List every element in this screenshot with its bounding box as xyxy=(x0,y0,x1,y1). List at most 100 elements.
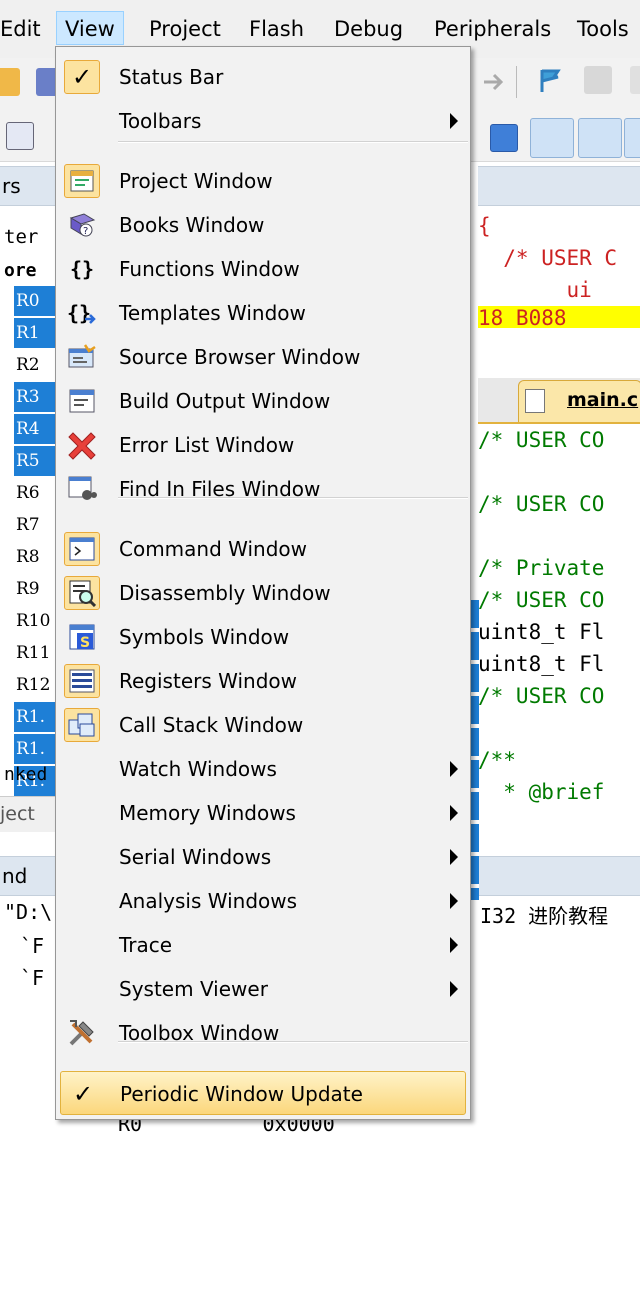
menu-item-project-window[interactable]: Project Window xyxy=(60,159,466,203)
menu-item-label: Templates Window xyxy=(119,301,306,325)
menu-item-label: Command Window xyxy=(119,537,308,561)
submenu-arrow-icon xyxy=(450,893,458,909)
code-line: /** xyxy=(478,748,516,772)
register-row[interactable]: R6 xyxy=(14,478,56,508)
register-row[interactable]: R10 xyxy=(14,606,56,636)
view-menu: ✓ Status Bar Toolbars Project Window? Books … xyxy=(55,46,471,1120)
menu-item-label: Build Output Window xyxy=(119,389,331,413)
functions-window-icon: {} xyxy=(69,257,95,281)
open-folder-icon[interactable] xyxy=(0,68,20,96)
register-row[interactable]: R9 xyxy=(14,574,56,604)
menu-item-call-stack-window[interactable]: Call Stack Window xyxy=(60,703,466,747)
disasm-line-3: ui xyxy=(478,278,592,302)
menu-item-label: Status Bar xyxy=(119,65,224,89)
menu-flash[interactable]: Flash xyxy=(241,12,312,46)
menu-item-label: Symbols Window xyxy=(119,625,290,649)
symbols-window-icon: S xyxy=(64,620,100,654)
menu-item-label: Toolbox Window xyxy=(119,1021,280,1045)
bookmark-icon[interactable] xyxy=(584,66,612,94)
menu-item-templates-window[interactable]: {} Templates Window xyxy=(60,291,466,335)
register-row[interactable]: R2 xyxy=(14,350,56,380)
register-row[interactable]: R1 xyxy=(14,318,56,348)
menu-edit[interactable]: Edit xyxy=(0,12,49,46)
menu-item-error-list-window[interactable]: Error List Window xyxy=(60,423,466,467)
menu-item-label: Analysis Windows xyxy=(119,889,298,913)
menu-item-label: Serial Windows xyxy=(119,845,272,869)
project-window-icon xyxy=(64,164,100,198)
toolbox-icon xyxy=(64,1016,100,1050)
project-tab[interactable]: ject xyxy=(0,796,56,832)
tab-main-c-label: main.c xyxy=(567,389,639,411)
banked-label[interactable]: nked xyxy=(0,760,55,790)
register-row[interactable]: R0 xyxy=(14,286,56,316)
menu-item-symbols-window[interactable]: S Symbols Window xyxy=(60,615,466,659)
menu-item-source-browser-window[interactable]: Source Browser Window xyxy=(60,335,466,379)
disasm-line-1: { xyxy=(478,214,491,238)
build-line-1: "D:\ xyxy=(4,900,53,924)
menu-item-find-in-files-window[interactable]: Find In Files Window xyxy=(60,467,466,511)
register-row[interactable]: R12 xyxy=(14,670,56,700)
checkmark-icon: ✓ xyxy=(64,60,100,94)
submenu-arrow-icon xyxy=(450,761,458,777)
svg-text:S: S xyxy=(80,635,90,650)
menu-item-registers-window[interactable]: Registers Window xyxy=(60,659,466,703)
code-line: * @brief xyxy=(478,780,605,804)
menu-item-system-viewer[interactable]: System Viewer xyxy=(60,967,466,1011)
menu-item-toolbars[interactable]: Toolbars xyxy=(60,99,466,143)
registers-panel: ter ore R0 R1 R2 R3 R4 R5 R6 R7 R8 R9 R10 R11 R12 R1.… xyxy=(0,214,56,828)
build-line-2: `F xyxy=(20,934,45,958)
menu-item-label: Find In Files Window xyxy=(119,477,321,501)
watch-icon[interactable] xyxy=(624,118,640,158)
code-line: uint8_t Fl xyxy=(478,620,605,644)
registers-panel-title: rs xyxy=(0,166,56,206)
menu-item-trace[interactable]: Trace xyxy=(60,923,466,967)
register-row[interactable]: R8 xyxy=(14,542,56,572)
register-row[interactable]: R4 xyxy=(14,414,56,444)
toolbar-divider xyxy=(516,66,517,98)
flag-icon[interactable] xyxy=(536,66,564,94)
menu-item-books-window[interactable]: ? Books Window xyxy=(60,203,466,247)
menu-debug[interactable]: Debug xyxy=(326,12,411,46)
submenu-arrow-icon xyxy=(450,937,458,953)
menu-item-serial-windows[interactable]: Serial Windows xyxy=(60,835,466,879)
menu-item-analysis-windows[interactable]: Analysis Windows xyxy=(60,879,466,923)
menu-item-label: Functions Window xyxy=(119,257,300,281)
menu-item-memory-windows[interactable]: Memory Windows xyxy=(60,791,466,835)
menu-view[interactable]: View xyxy=(56,11,124,45)
menu-item-status-bar[interactable]: ✓ Status Bar xyxy=(60,55,466,99)
menu-item-periodic-window-update[interactable]: ✓ Periodic Window Update xyxy=(60,1071,466,1115)
register-row[interactable]: R5 xyxy=(14,446,56,476)
indent-icon[interactable] xyxy=(6,122,34,150)
core-group-label[interactable]: ore xyxy=(0,256,55,286)
menu-peripherals[interactable]: Peripherals xyxy=(426,12,559,46)
menu-item-command-window[interactable]: Command Window xyxy=(60,527,466,571)
menu-item-functions-window[interactable]: {} Functions Window xyxy=(60,247,466,291)
register-row[interactable]: R11 xyxy=(14,638,56,668)
symbols-icon[interactable] xyxy=(490,124,518,152)
filter-label: ter xyxy=(4,226,39,248)
call-stack-icon[interactable] xyxy=(578,118,622,158)
project-tab-label: ject xyxy=(0,803,35,825)
books-window-icon: ? xyxy=(64,208,100,242)
code-line: /* USER CO xyxy=(478,428,605,452)
code-editor[interactable]: /* USER CO /* USER CO /* Private /* USER CO… xyxy=(478,424,640,804)
menu-item-label: Error List Window xyxy=(119,433,295,457)
menu-item-disassembly-window[interactable]: Disassembly Window xyxy=(60,571,466,615)
code-line: uint8_t Fl xyxy=(478,652,605,676)
menu-project[interactable]: Project xyxy=(141,12,229,46)
menu-item-build-output-window[interactable]: Build Output Window xyxy=(60,379,466,423)
register-row[interactable]: R7 xyxy=(14,510,56,540)
menu-tools[interactable]: Tools xyxy=(569,12,637,46)
register-row[interactable]: R1. xyxy=(14,702,56,732)
menu-item-watch-windows[interactable]: Watch Windows xyxy=(60,747,466,791)
disasm-line-2: /* USER C xyxy=(478,246,618,270)
menu-item-label: Memory Windows xyxy=(119,801,296,825)
registers-icon[interactable] xyxy=(530,118,574,158)
register-row[interactable]: R3 xyxy=(14,382,56,412)
menu-item-toolbox-window[interactable]: Toolbox Window xyxy=(60,1011,466,1055)
tab-main-c[interactable]: main.c xyxy=(518,380,640,422)
forward-arrow-icon[interactable] xyxy=(480,68,508,96)
bookmark-next-icon[interactable] xyxy=(630,66,640,94)
menu-item-label: System Viewer xyxy=(119,977,268,1001)
svg-text:{}: {} xyxy=(67,301,91,325)
